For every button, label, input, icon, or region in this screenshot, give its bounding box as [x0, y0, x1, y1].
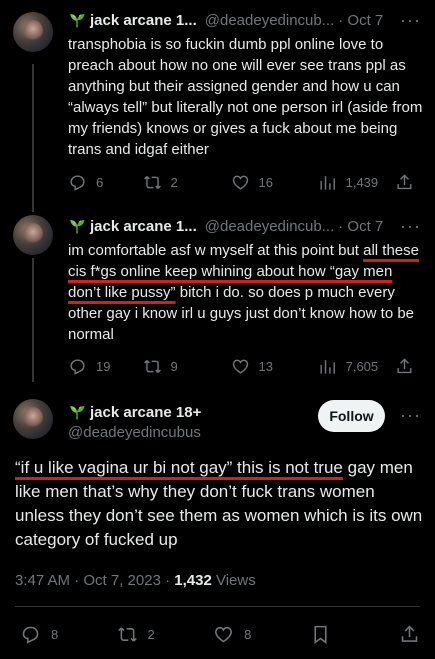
tweet-1[interactable]: jack arcane 1... @deadeyedincub... · Oct…: [0, 0, 435, 203]
repost-count: 2: [170, 174, 178, 190]
reply-button[interactable]: 8: [20, 624, 58, 645]
main-display-name[interactable]: jack arcane 18+: [90, 404, 201, 421]
follow-button[interactable]: Follow: [318, 400, 385, 432]
heart-icon: [231, 357, 250, 376]
more-dots-icon[interactable]: ···: [400, 405, 421, 425]
main-tweet-actions: 8 2 8: [20, 623, 420, 645]
reply-count: 6: [96, 174, 104, 190]
more-dots-icon[interactable]: ···: [400, 216, 421, 236]
user-avatar[interactable]: [13, 215, 53, 255]
reply-count: 19: [96, 358, 111, 374]
user-handle[interactable]: @deadeyedincub...: [205, 12, 335, 29]
views-chart-icon: [318, 357, 337, 376]
like-count: 16: [258, 174, 273, 190]
views-chart-icon: [318, 173, 337, 192]
views-count: 1,439: [345, 174, 379, 190]
views-count: 7,605: [345, 358, 379, 374]
user-handle[interactable]: @deadeyedincub...: [205, 218, 335, 235]
like-button[interactable]: 8: [213, 624, 251, 645]
tweet-header: jack arcane 1... @deadeyedincub... · Oct…: [68, 216, 383, 236]
tweet-time[interactable]: · Oct 7: [338, 218, 383, 235]
views-count: 1,432: [174, 572, 212, 589]
user-avatar[interactable]: [13, 12, 53, 52]
reply-icon: [68, 357, 87, 376]
main-tweet-text: “if u like vagina ur bi not gay” this is…: [15, 456, 425, 552]
repost-icon: [117, 624, 138, 645]
repost-count: 9: [170, 358, 178, 374]
tweet-timestamp[interactable]: 3:47 AM · Oct 7, 2023 ·: [15, 572, 174, 589]
tweet-2[interactable]: jack arcane 1... @deadeyedincub... · Oct…: [0, 203, 435, 385]
repost-button[interactable]: 9: [143, 357, 231, 376]
like-count: 13: [258, 358, 273, 374]
share-button[interactable]: [395, 357, 423, 376]
tweet-actions: 6 2 16 1,439: [68, 172, 423, 192]
main-tweet-text-underlined: “if u like vagina ur bi not gay” this is…: [15, 458, 343, 477]
like-button[interactable]: 16: [231, 173, 318, 192]
views-label: Views: [211, 572, 256, 589]
share-icon: [395, 357, 414, 376]
share-icon: [399, 624, 420, 645]
main-user-avatar[interactable]: [13, 399, 53, 439]
tweet-time[interactable]: · Oct 7: [338, 12, 383, 29]
seedling-emoji-icon: [68, 217, 86, 235]
divider: [15, 606, 420, 607]
repost-count: 2: [147, 626, 155, 642]
tweet-header: jack arcane 1... @deadeyedincub... · Oct…: [68, 10, 383, 30]
main-user-handle[interactable]: @deadeyedincubus: [68, 424, 201, 441]
like-button[interactable]: 13: [231, 357, 318, 376]
tweet-actions: 19 9 13 7,605: [68, 356, 423, 376]
like-count: 8: [244, 626, 252, 642]
share-button[interactable]: [395, 173, 423, 192]
reply-count: 8: [51, 626, 59, 642]
reply-button[interactable]: 6: [68, 173, 143, 192]
main-name-row: jack arcane 18+: [68, 403, 201, 421]
bookmark-icon: [310, 624, 331, 645]
views-button[interactable]: 1,439: [318, 173, 395, 192]
tweet-text-before: im comfortable asf w myself at this poin…: [68, 242, 364, 259]
reply-icon: [20, 624, 41, 645]
heart-icon: [213, 624, 234, 645]
repost-icon: [143, 357, 162, 376]
views-button[interactable]: 7,605: [318, 357, 395, 376]
seedling-emoji-icon: [68, 11, 86, 29]
share-icon: [395, 173, 414, 192]
more-dots-icon[interactable]: ···: [400, 10, 421, 30]
reply-button[interactable]: 19: [68, 357, 143, 376]
heart-icon: [231, 173, 250, 192]
repost-icon: [143, 173, 162, 192]
display-name[interactable]: jack arcane 1...: [90, 218, 197, 235]
tweet-meta: 3:47 AM · Oct 7, 2023 · 1,432 Views: [15, 572, 256, 589]
bookmark-button[interactable]: [310, 624, 341, 645]
seedling-emoji-icon: [68, 403, 86, 421]
tweet-text: transphobia is so fuckin dumb ppl online…: [68, 36, 423, 158]
repost-button[interactable]: 2: [143, 173, 231, 192]
display-name[interactable]: jack arcane 1...: [90, 12, 197, 29]
reply-icon: [68, 173, 87, 192]
repost-button[interactable]: 2: [117, 624, 155, 645]
share-button[interactable]: [399, 624, 420, 645]
tweet-text: im comfortable asf w myself at this poin…: [68, 240, 428, 345]
